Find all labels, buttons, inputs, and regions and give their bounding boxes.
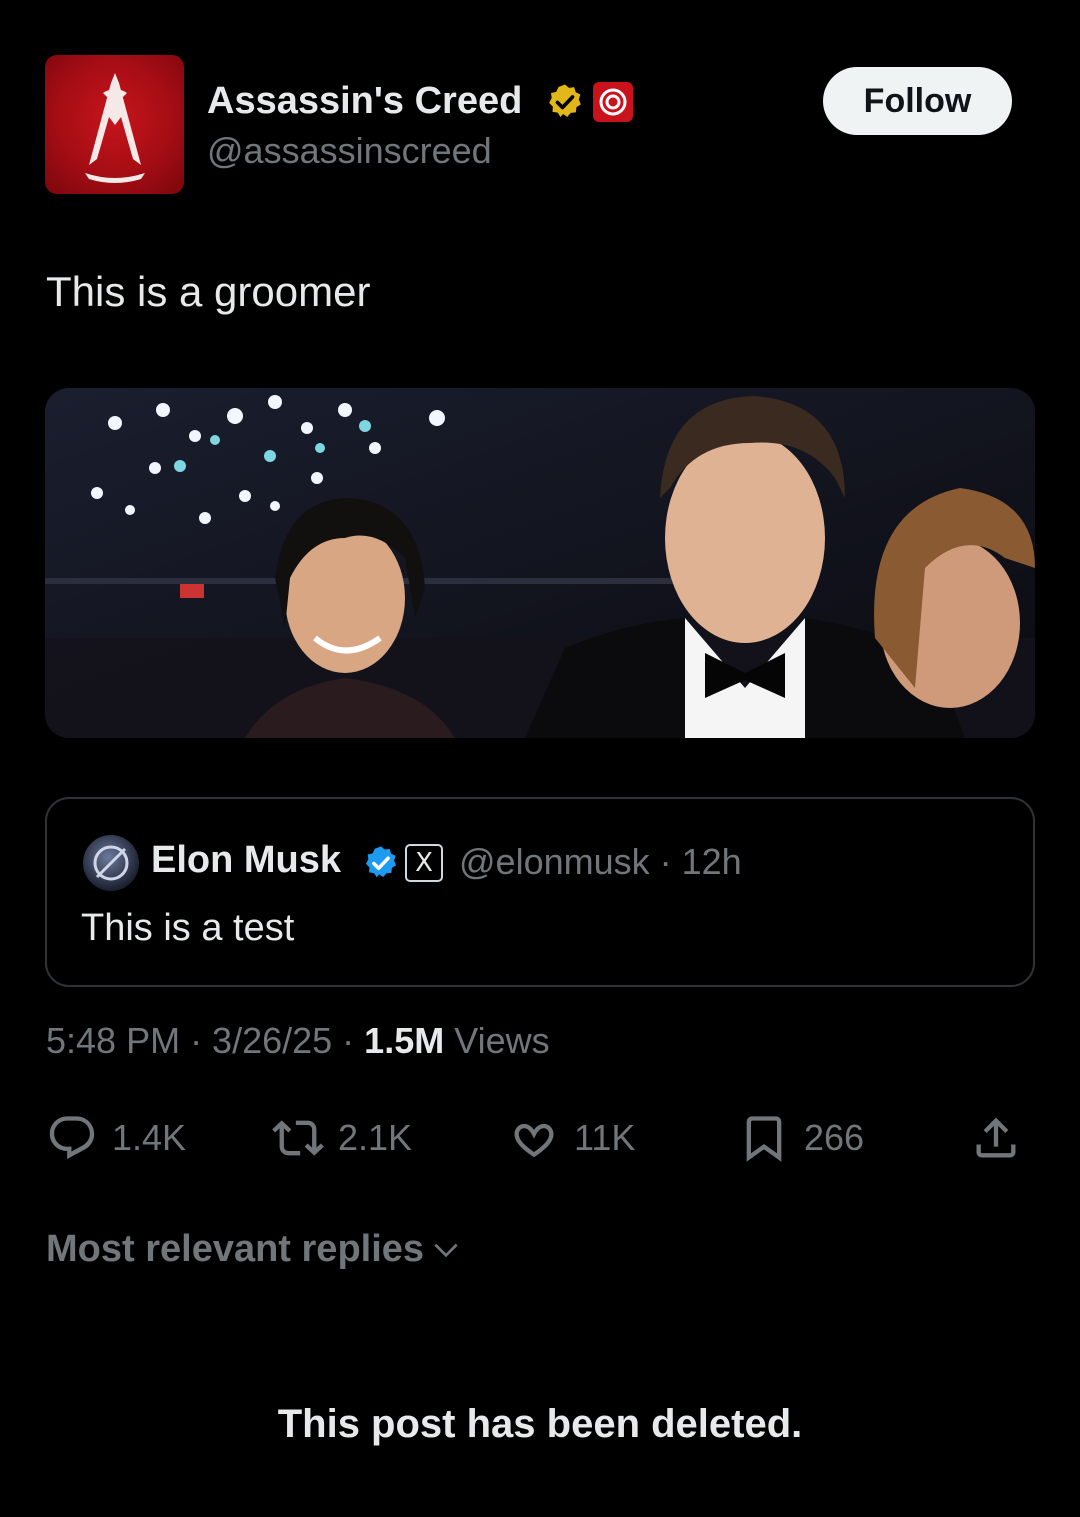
share-icon bbox=[976, 1117, 1016, 1158]
replies-sort-label: Most relevant replies bbox=[46, 1228, 425, 1270]
bookmark-icon bbox=[746, 1116, 782, 1162]
author-avatar[interactable] bbox=[45, 55, 184, 194]
tweet-timestamp[interactable]: 5:48 PM · 3/26/25 · bbox=[46, 1020, 364, 1061]
tweet-photo[interactable] bbox=[45, 388, 1035, 738]
share-button[interactable] bbox=[970, 1113, 1022, 1163]
reply-button[interactable]: 1.4K bbox=[46, 1113, 186, 1163]
follow-button[interactable]: Follow bbox=[823, 67, 1012, 135]
chevron-down-icon bbox=[434, 1243, 458, 1257]
x-affiliate-icon: X bbox=[405, 844, 443, 882]
views-label: Views bbox=[444, 1020, 550, 1061]
quoted-tweet-text: This is a test bbox=[81, 907, 295, 949]
repost-button[interactable]: 2.1K bbox=[272, 1113, 412, 1163]
heart-icon bbox=[514, 1123, 554, 1158]
quoted-author-avatar[interactable] bbox=[83, 835, 139, 891]
like-count: 11K bbox=[574, 1117, 636, 1158]
ubisoft-affiliate-icon bbox=[593, 82, 633, 122]
views-count: 1.5M bbox=[364, 1020, 445, 1061]
repost-count: 2.1K bbox=[338, 1117, 413, 1158]
gold-verified-badge-icon bbox=[549, 84, 581, 117]
repost-icon bbox=[272, 1120, 324, 1156]
like-button[interactable]: 11K bbox=[508, 1113, 635, 1163]
bookmark-button[interactable]: 266 bbox=[738, 1113, 864, 1163]
reply-icon bbox=[49, 1116, 95, 1160]
assassins-creed-logo-icon bbox=[85, 73, 145, 183]
blue-verified-badge-icon bbox=[365, 846, 397, 878]
replies-sort-dropdown[interactable]: Most relevant replies bbox=[46, 1228, 462, 1271]
reply-count: 1.4K bbox=[112, 1117, 187, 1158]
tweet-text: This is a groomer bbox=[46, 268, 371, 315]
tweet-meta: 5:48 PM · 3/26/25 · 1.5M Views bbox=[46, 1020, 550, 1062]
author-handle[interactable]: @assassinscreed bbox=[207, 130, 492, 172]
quoted-tweet[interactable]: Elon Musk X @elonmusk · 12h This is a te… bbox=[45, 797, 1035, 987]
author-display-name[interactable]: Assassin's Creed bbox=[207, 80, 522, 123]
quoted-handle-time[interactable]: @elonmusk · 12h bbox=[459, 841, 742, 883]
deleted-post-notice: This post has been deleted. bbox=[277, 1402, 803, 1446]
quoted-author-name[interactable]: Elon Musk bbox=[151, 839, 341, 882]
bookmark-count: 266 bbox=[804, 1117, 865, 1158]
